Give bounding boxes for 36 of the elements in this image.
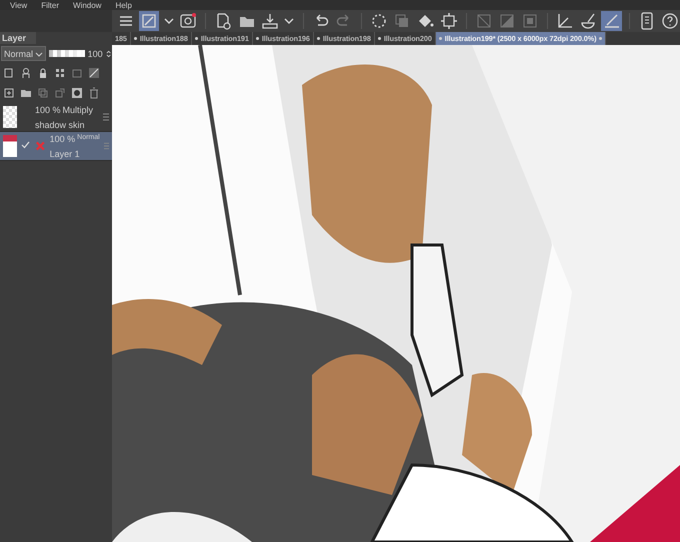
dot-icon: [438, 37, 442, 40]
layer-opacity: 100 %: [50, 134, 76, 144]
chevron-icon: [35, 50, 44, 58]
panel-title: Layer: [0, 32, 36, 44]
folder-icon: [20, 87, 32, 99]
handle-icon: [104, 142, 109, 150]
menu-item[interactable]: Help: [115, 1, 132, 10]
trash-icon: [88, 87, 100, 99]
dot-icon: [134, 37, 137, 40]
opacity-slider[interactable]: [49, 50, 85, 57]
person-icon: [20, 67, 32, 79]
layer-name: Layer 1: [50, 148, 81, 158]
dot-icon: [599, 37, 602, 40]
opacity-value: 100: [88, 48, 103, 58]
menu-item[interactable]: Window: [72, 1, 102, 10]
menu-item[interactable]: Filter: [41, 1, 59, 10]
clip-icon: [3, 67, 15, 79]
copy-icon: [37, 87, 49, 99]
layer-thumbnail: [3, 106, 17, 128]
layer-name: shadow skin: [35, 120, 86, 130]
grid-icon: [54, 67, 66, 79]
new-layer-icon: [3, 87, 15, 99]
dot-icon: [194, 37, 198, 40]
layer-thumbnail: [3, 135, 17, 157]
spinner-icon: [106, 48, 111, 58]
layer-opacity: 100 %: [35, 104, 61, 114]
dot-icon: [256, 37, 259, 40]
dot-icon: [378, 37, 381, 40]
blend-mode-dropdown[interactable]: Normal: [1, 46, 46, 61]
layer-blend-mode: Multiply: [62, 104, 94, 114]
merge-icon: [54, 87, 66, 99]
menu-item[interactable]: View: [10, 1, 28, 10]
lock-icon: [37, 67, 49, 79]
layer-icon: [71, 67, 83, 79]
handle-icon: [103, 113, 109, 121]
dot-icon: [316, 37, 320, 40]
